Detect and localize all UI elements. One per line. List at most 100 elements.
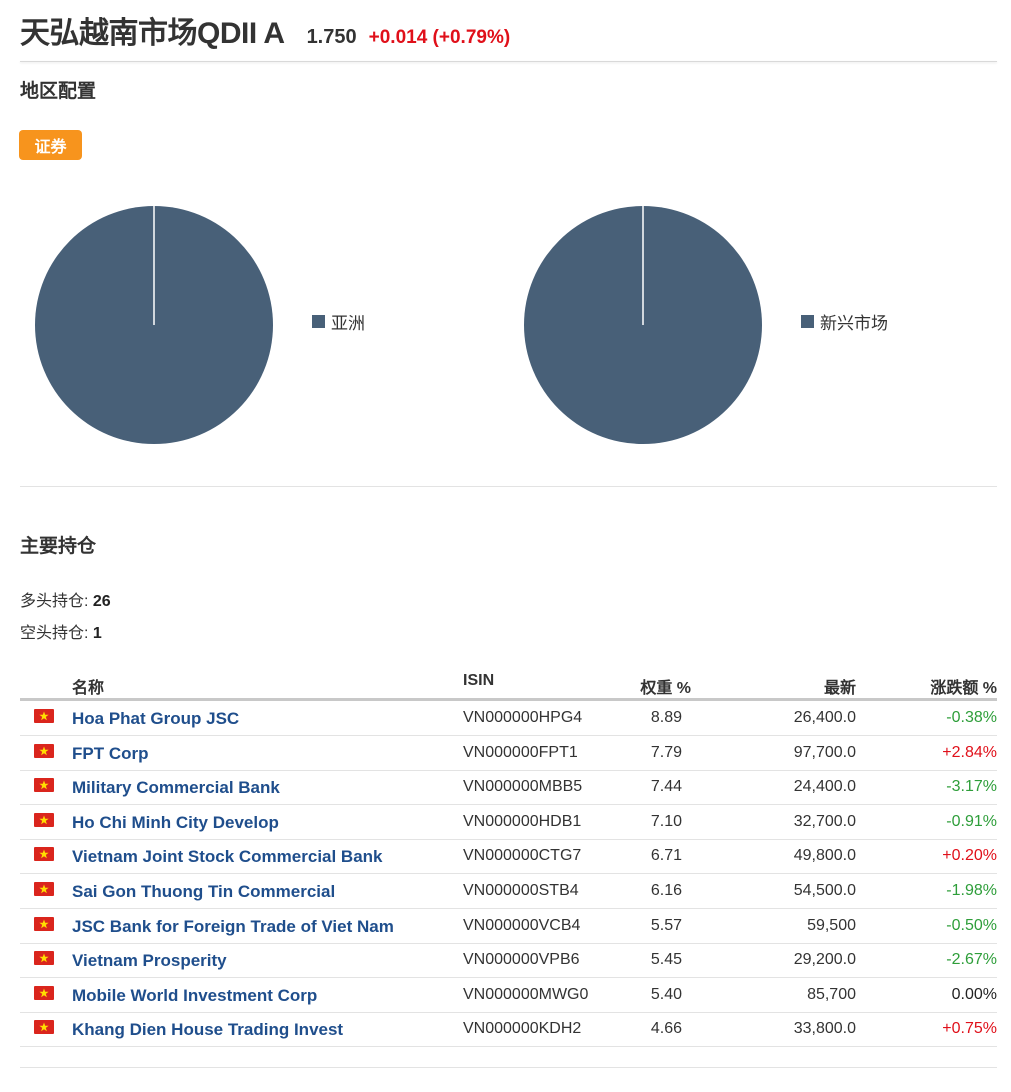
section-divider — [20, 486, 997, 487]
short-positions: 空头持仓: 1 — [20, 619, 102, 643]
holding-last-price: 49,800.0 — [793, 847, 856, 865]
holding-isin: VN000000VCB4 — [463, 916, 581, 934]
table-row[interactable]: Ho Chi Minh City Develop VN000000HDB1 7.10… — [20, 805, 997, 840]
holding-name-link[interactable]: JSC Bank for Foreign Trade of Viet Nam — [72, 917, 394, 937]
holding-last-price: 24,400.0 — [793, 778, 856, 796]
holding-isin: VN000000HPG4 — [463, 709, 583, 726]
fund-header: 天弘越南市场QDII A 1.750 +0.014 (+0.79%) — [20, 8, 510, 52]
table-row[interactable]: Vietnam Joint Stock Commercial Bank VN000… — [20, 839, 997, 875]
vietnam-flag-icon — [34, 985, 54, 1000]
holding-weight: 7.10 — [650, 812, 682, 830]
holding-last-price: 85,700 — [807, 985, 856, 1003]
holding-name-link[interactable]: Military Commercial Bank — [72, 778, 280, 798]
holding-change: -2.67% — [946, 951, 997, 969]
holding-name-link[interactable]: Mobile World Investment Corp — [72, 986, 317, 1006]
holding-change: +0.20% — [942, 847, 997, 865]
legend-swatch — [312, 315, 325, 328]
holding-change: -1.98% — [946, 882, 997, 899]
vietnam-flag-icon — [34, 709, 54, 723]
holding-name-link[interactable]: Vietnam Prosperity — [72, 951, 227, 971]
column-header-name[interactable]: 名称 — [72, 674, 104, 698]
short-positions-count: 1 — [92, 625, 102, 642]
holding-weight: 6.71 — [650, 847, 682, 865]
column-header-isin[interactable]: ISIN — [463, 672, 494, 690]
table-row[interactable]: Sai Gon Thuong Tin Commercial VN000000STB… — [20, 874, 997, 909]
long-positions-count: 26 — [92, 593, 111, 610]
column-header-weight[interactable]: 权重 % — [640, 674, 691, 698]
holding-last-price: 54,500.0 — [793, 882, 856, 899]
securities-badge[interactable]: 证券 — [19, 130, 82, 160]
vietnam-flag-icon — [34, 743, 54, 758]
holding-name-link[interactable]: Sai Gon Thuong Tin Commercial — [72, 882, 335, 902]
column-header-last[interactable]: 最新 — [824, 674, 856, 698]
table-row[interactable]: Hoa Phat Group JSC VN000000HPG4 8.89 26,400… — [20, 701, 997, 736]
holding-name-link[interactable]: Vietnam Joint Stock Commercial Bank — [72, 847, 383, 867]
long-positions: 多头持仓: 26 — [20, 587, 111, 611]
vietnam-flag-icon — [34, 778, 54, 793]
holding-isin: VN000000MBB5 — [463, 778, 583, 796]
fund-price: 1.750 — [306, 26, 357, 48]
legend-swatch — [801, 315, 814, 328]
vietnam-flag-icon — [34, 1020, 54, 1035]
holding-isin: VN000000VPB6 — [463, 951, 580, 969]
holding-weight: 5.57 — [650, 916, 682, 934]
market-type-pie-legend[interactable]: 新兴市场 — [801, 309, 888, 334]
holding-isin: VN000000CTG7 — [463, 847, 582, 865]
holding-change: -0.91% — [946, 812, 997, 830]
vietnam-flag-icon — [34, 916, 54, 931]
vietnam-flag-icon — [34, 951, 54, 966]
holding-change: 0.00% — [951, 985, 997, 1003]
table-row[interactable]: JSC Bank for Foreign Trade of Viet Nam VN… — [20, 909, 997, 944]
long-positions-label: 多头持仓: — [20, 593, 89, 610]
market-type-pie-chart — [524, 206, 762, 444]
table-row[interactable]: FPT Corp VN000000FPT1 7.79 97,700.0 +2.84% — [20, 736, 997, 771]
holding-isin: VN000000HDB1 — [463, 812, 582, 830]
header-divider — [20, 61, 997, 62]
region-pie-legend[interactable]: 亚洲 — [312, 309, 365, 334]
legend-label: 亚洲 — [331, 314, 365, 333]
holding-last-price: 26,400.0 — [793, 709, 856, 726]
holding-weight: 5.45 — [650, 951, 682, 969]
section-divider — [20, 1067, 997, 1068]
holding-change: +0.75% — [942, 1020, 997, 1038]
holding-weight: 8.89 — [650, 709, 682, 726]
holding-change: -0.50% — [946, 916, 997, 934]
holding-name-link[interactable]: Ho Chi Minh City Develop — [72, 813, 279, 833]
holding-name-link[interactable]: FPT Corp — [72, 744, 149, 764]
holding-last-price: 29,200.0 — [793, 951, 856, 969]
holdings-table-header: 名称 ISIN 权重 % 最新 涨跌额 % — [20, 670, 997, 701]
holdings-section-title: 主要持仓 — [20, 536, 97, 557]
holding-last-price: 32,700.0 — [793, 812, 856, 830]
vietnam-flag-icon — [34, 812, 54, 827]
holding-name-link[interactable]: Hoa Phat Group JSC — [72, 709, 239, 729]
holding-change: -0.38% — [946, 709, 997, 726]
holding-last-price: 33,800.0 — [793, 1020, 856, 1038]
table-row[interactable]: Khang Dien House Trading Invest VN000000K… — [20, 1012, 997, 1048]
holding-weight: 7.44 — [650, 778, 682, 796]
holding-change: -3.17% — [946, 778, 997, 796]
holding-isin: VN000000KDH2 — [463, 1020, 582, 1038]
table-row[interactable]: Vietnam Prosperity VN000000VPB6 5.45 29,200… — [20, 943, 997, 979]
holding-weight: 6.16 — [650, 882, 682, 899]
holding-last-price: 97,700.0 — [793, 743, 856, 761]
table-row[interactable]: Military Commercial Bank VN000000MBB5 7.44… — [20, 770, 997, 806]
holding-isin: VN000000MWG0 — [463, 985, 589, 1003]
holding-isin: VN000000FPT1 — [463, 743, 578, 761]
vietnam-flag-icon — [34, 847, 54, 862]
fund-title: 天弘越南市场QDII A — [20, 17, 285, 50]
holding-weight: 7.79 — [650, 743, 682, 761]
holding-change: +2.84% — [942, 743, 997, 761]
holding-weight: 4.66 — [650, 1020, 682, 1038]
vietnam-flag-icon — [34, 882, 54, 896]
table-row[interactable]: Mobile World Investment Corp VN000000MWG0… — [20, 978, 997, 1013]
holding-weight: 5.40 — [650, 985, 682, 1003]
column-header-change[interactable]: 涨跌额 % — [930, 674, 997, 698]
short-positions-label: 空头持仓: — [20, 625, 89, 642]
holding-last-price: 59,500 — [807, 916, 856, 934]
fund-change: +0.014 (+0.79%) — [368, 27, 511, 48]
holding-name-link[interactable]: Khang Dien House Trading Invest — [72, 1020, 343, 1040]
legend-label: 新兴市场 — [820, 314, 888, 333]
region-section-title: 地区配置 — [20, 81, 97, 102]
holding-isin: VN000000STB4 — [463, 882, 579, 899]
region-pie-chart — [35, 206, 273, 444]
